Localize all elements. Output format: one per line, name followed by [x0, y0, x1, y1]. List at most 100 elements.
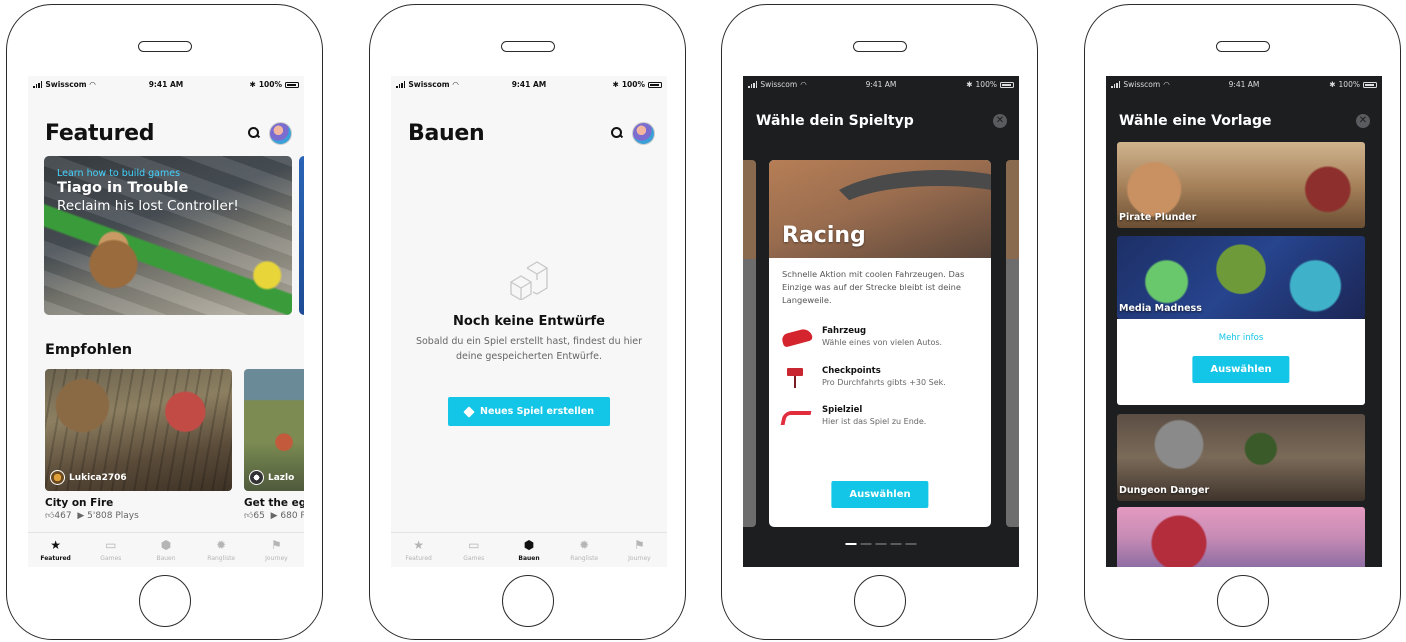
template-name: Pirate Plunder — [1119, 212, 1197, 223]
feature-item: Spielziel Hier ist das Spiel zu Ende. — [780, 405, 981, 427]
game-card[interactable]: Lazlo — [244, 369, 304, 491]
tab-journey[interactable]: ⚑ Journey — [249, 533, 304, 567]
page-dot[interactable] — [890, 543, 902, 545]
tab-rangliste[interactable]: ✹ Rangliste — [557, 533, 612, 567]
tab-label: Journey — [265, 554, 288, 562]
feature-text: Pro Durchfahrts gibts +30 Sek. — [822, 378, 946, 387]
new-game-label: Neues Spiel erstellen — [480, 406, 594, 417]
more-info-link[interactable]: Mehr infos — [1117, 333, 1365, 343]
select-button[interactable]: Auswählen — [1192, 356, 1290, 383]
empty-drafts-icon — [510, 261, 548, 300]
page-dot[interactable] — [860, 543, 872, 545]
game-stats: 👍︎65 ▶ 680 P — [244, 511, 304, 521]
gamepad-icon: ▭ — [105, 537, 117, 552]
carrier-label: Swisscom — [45, 80, 87, 89]
tab-label: Journey — [628, 554, 651, 562]
tab-label: Bauen — [156, 554, 176, 562]
page-dot[interactable] — [905, 543, 917, 545]
wifi-icon: ◠ — [452, 80, 459, 89]
signal-icon — [1111, 81, 1121, 88]
avatar[interactable] — [632, 121, 655, 145]
tab-rangliste[interactable]: ✹ Rangliste — [194, 533, 249, 567]
likes-count: 467 — [54, 511, 72, 521]
game-card[interactable]: Lukica2706 — [45, 369, 232, 491]
page-title: Featured — [45, 120, 155, 146]
tab-bar: ★ Featured ▭ Games ⬢ Bauen ✹ Rangliste ⚑ Jour… — [391, 532, 667, 567]
template-detail: Mehr infos Auswählen — [1117, 319, 1365, 405]
template-card[interactable]: Dungeon Danger — [1117, 414, 1365, 501]
status-time: 9:41 AM — [511, 80, 547, 89]
battery-label: 100% — [258, 80, 282, 89]
section-title: Empfohlen — [45, 342, 133, 358]
play-icon: ▶ — [77, 511, 85, 521]
page-title: Bauen — [408, 120, 485, 146]
tab-games[interactable]: ▭ Games — [446, 533, 501, 567]
template-card[interactable]: Pirate Plunder — [1117, 142, 1365, 228]
badge-icon: ✹ — [216, 537, 227, 552]
page-indicator — [845, 543, 917, 545]
home-button[interactable] — [138, 575, 191, 627]
feature-name: Spielziel — [822, 405, 863, 415]
plays-count: 5'808 Plays — [87, 511, 139, 521]
prev-card-peek[interactable] — [743, 160, 756, 527]
template-card[interactable]: Media Madness — [1117, 236, 1365, 319]
page-header: Bauen — [391, 93, 667, 151]
home-button[interactable] — [501, 575, 554, 627]
hero-card[interactable]: Learn how to build games Tiago in Troubl… — [44, 156, 292, 315]
select-button[interactable]: Auswählen — [831, 481, 929, 508]
signal-icon — [33, 81, 43, 88]
status-bar: Swisscom ◠ 9:41 AM ✱ 100% — [743, 76, 1019, 93]
tab-label: Rangliste — [570, 554, 599, 562]
screen-template: Swisscom ◠ 9:41 AM ✱ 100% Wähle eine Vorla… — [1106, 76, 1382, 567]
modal-header: Wähle eine Vorlage ✕ — [1106, 93, 1382, 148]
finish-gate-icon — [780, 405, 812, 427]
tab-journey[interactable]: ⚑ Journey — [612, 533, 667, 567]
gamepad-icon: ▭ — [468, 537, 480, 552]
search-icon[interactable] — [611, 127, 623, 139]
thumbs-up-icon: 👍︎ — [244, 511, 254, 521]
avatar[interactable] — [269, 121, 292, 145]
status-bar: Swisscom ◠ 9:41 AM ✱ 100% — [391, 76, 667, 93]
battery-icon — [1362, 81, 1377, 88]
carrier-label: Swisscom — [408, 80, 450, 89]
feature-name: Checkpoints — [822, 366, 881, 376]
close-icon[interactable]: ✕ — [993, 113, 1007, 128]
tab-featured[interactable]: ★ Featured — [391, 533, 446, 567]
game-title: City on Fire — [45, 497, 114, 509]
creator-chip: Lukica2706 — [50, 470, 127, 485]
bluetooth-icon: ✱ — [966, 80, 973, 89]
battery-label: 100% — [1338, 80, 1360, 89]
modal-title: Wähle eine Vorlage — [1119, 112, 1272, 129]
home-button[interactable] — [853, 575, 906, 627]
bluetooth-icon: ✱ — [1329, 80, 1336, 89]
checkpoint-sign-icon — [782, 366, 812, 388]
modal-header: Wähle dein Spieltyp ✕ — [743, 93, 1019, 148]
tab-label: Rangliste — [207, 554, 236, 562]
phone-game-type: Swisscom ◠ 9:41 AM ✱ 100% Wähle dein Spiel… — [721, 4, 1038, 640]
tab-featured[interactable]: ★ Featured — [28, 533, 83, 567]
close-icon[interactable]: ✕ — [1356, 113, 1370, 128]
creator-name: Lukica2706 — [69, 472, 127, 483]
game-stats: 👍︎467 ▶ 5'808 Plays — [45, 511, 139, 521]
tab-bauen[interactable]: ⬢ Bauen — [138, 533, 193, 567]
tab-bauen[interactable]: ⬢ Bauen — [501, 533, 556, 567]
new-game-button[interactable]: Neues Spiel erstellen — [448, 397, 610, 426]
template-name: Media Madness — [1119, 303, 1202, 314]
template-card[interactable] — [1117, 507, 1365, 567]
hero-next-card[interactable] — [299, 156, 304, 315]
modal-title: Wähle dein Spieltyp — [756, 112, 914, 129]
game-type-card: Racing Schnelle Aktion mit coolen Fahrze… — [769, 160, 991, 527]
tab-bar: ★ Featured ▭ Games ⬢ Bauen ✹ Rangliste ⚑ Jour… — [28, 532, 304, 567]
search-icon[interactable] — [248, 127, 260, 139]
tab-games[interactable]: ▭ Games — [83, 533, 138, 567]
screen-featured: Swisscom ◠ 9:41 AM ✱ 100% Featured Learn h… — [28, 76, 304, 567]
hero-title: Tiago in Trouble — [57, 180, 189, 196]
star-icon: ★ — [50, 537, 61, 552]
next-card-peek[interactable] — [1006, 160, 1019, 527]
bluetooth-icon: ✱ — [612, 80, 619, 89]
speaker — [1215, 41, 1270, 52]
page-dot[interactable] — [845, 543, 857, 545]
creator-chip: Lazlo — [249, 470, 294, 485]
page-dot[interactable] — [875, 543, 887, 545]
home-button[interactable] — [1216, 575, 1269, 627]
